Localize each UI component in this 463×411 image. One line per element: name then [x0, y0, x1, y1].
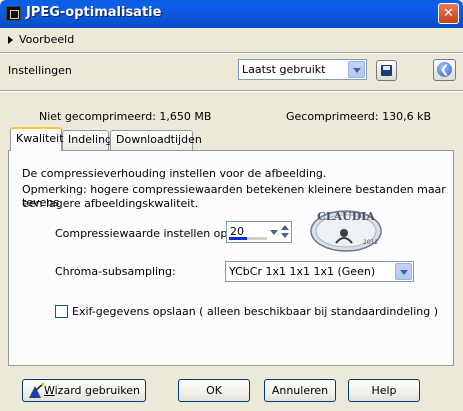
- title-bar: JPEG-optimalisatie ✕: [0, 0, 463, 28]
- back-arrow-icon: ❮: [437, 62, 452, 77]
- spin-arrows-icon[interactable]: [280, 223, 291, 241]
- compression-label: Compressiewaarde instellen op:: [55, 227, 232, 240]
- slider-dropdown-icon[interactable]: [269, 223, 280, 241]
- divider: [0, 90, 463, 92]
- wizard-mnemonic: W: [43, 384, 55, 397]
- chroma-select-value: YCbCr 1x1 1x1 1x1 (Geen): [229, 265, 376, 278]
- tab-kwaliteit[interactable]: Kwaliteit: [10, 127, 64, 151]
- claudia-watermark-logo: CLAUDIA 2012: [310, 210, 382, 252]
- cancel-button[interactable]: Annuleren: [264, 379, 336, 402]
- help-button[interactable]: Help: [348, 379, 420, 402]
- tab-indeling[interactable]: Indeling: [62, 130, 112, 150]
- wizard-label: izard gebruiken: [54, 384, 141, 397]
- wizard-button[interactable]: Wizard gebruiken: [22, 379, 146, 402]
- wizard-wand-icon: [29, 382, 45, 398]
- tab-downloadtijden[interactable]: Downloadtijden: [110, 130, 202, 150]
- chevron-down-icon[interactable]: [348, 61, 365, 78]
- expand-triangle-icon: [8, 36, 13, 44]
- close-button[interactable]: ✕: [438, 3, 459, 24]
- exif-checkbox[interactable]: [55, 305, 68, 318]
- save-disk-icon: [381, 65, 392, 76]
- divider: [0, 52, 463, 54]
- compression-slider-fill: [229, 237, 247, 240]
- preview-toggle[interactable]: Voorbeeld: [8, 33, 74, 46]
- save-preset-button[interactable]: [376, 60, 397, 81]
- preset-select-value: Laatst gebruikt: [242, 63, 326, 76]
- chroma-select[interactable]: YCbCr 1x1 1x1 1x1 (Geen): [225, 261, 414, 282]
- chevron-down-icon[interactable]: [395, 263, 412, 280]
- reset-button[interactable]: ❮: [433, 59, 456, 81]
- settings-label: Instellingen: [8, 64, 72, 77]
- watermark-year: 2012: [363, 239, 378, 246]
- ok-button[interactable]: OK: [178, 379, 250, 402]
- quality-note-line2: een lagere afbeeldingskwaliteit.: [22, 197, 199, 210]
- compression-stepper[interactable]: 20: [226, 221, 292, 243]
- uncompressed-size: Niet gecomprimeerd: 1,650 MB: [39, 110, 212, 123]
- window-title: JPEG-optimalisatie: [26, 5, 162, 20]
- watermark-text: CLAUDIA: [317, 210, 375, 223]
- app-icon: [6, 6, 21, 21]
- chroma-label: Chroma-subsampling:: [55, 265, 176, 278]
- quality-intro: De compressieverhouding instellen voor d…: [22, 167, 327, 180]
- compressed-size: Gecomprimeerd: 130,6 kB: [286, 110, 432, 123]
- preview-label: Voorbeeld: [19, 33, 75, 46]
- exif-label: Exif-gegevens opslaan ( alleen beschikba…: [72, 305, 438, 318]
- preset-select[interactable]: Laatst gebruikt: [238, 59, 367, 80]
